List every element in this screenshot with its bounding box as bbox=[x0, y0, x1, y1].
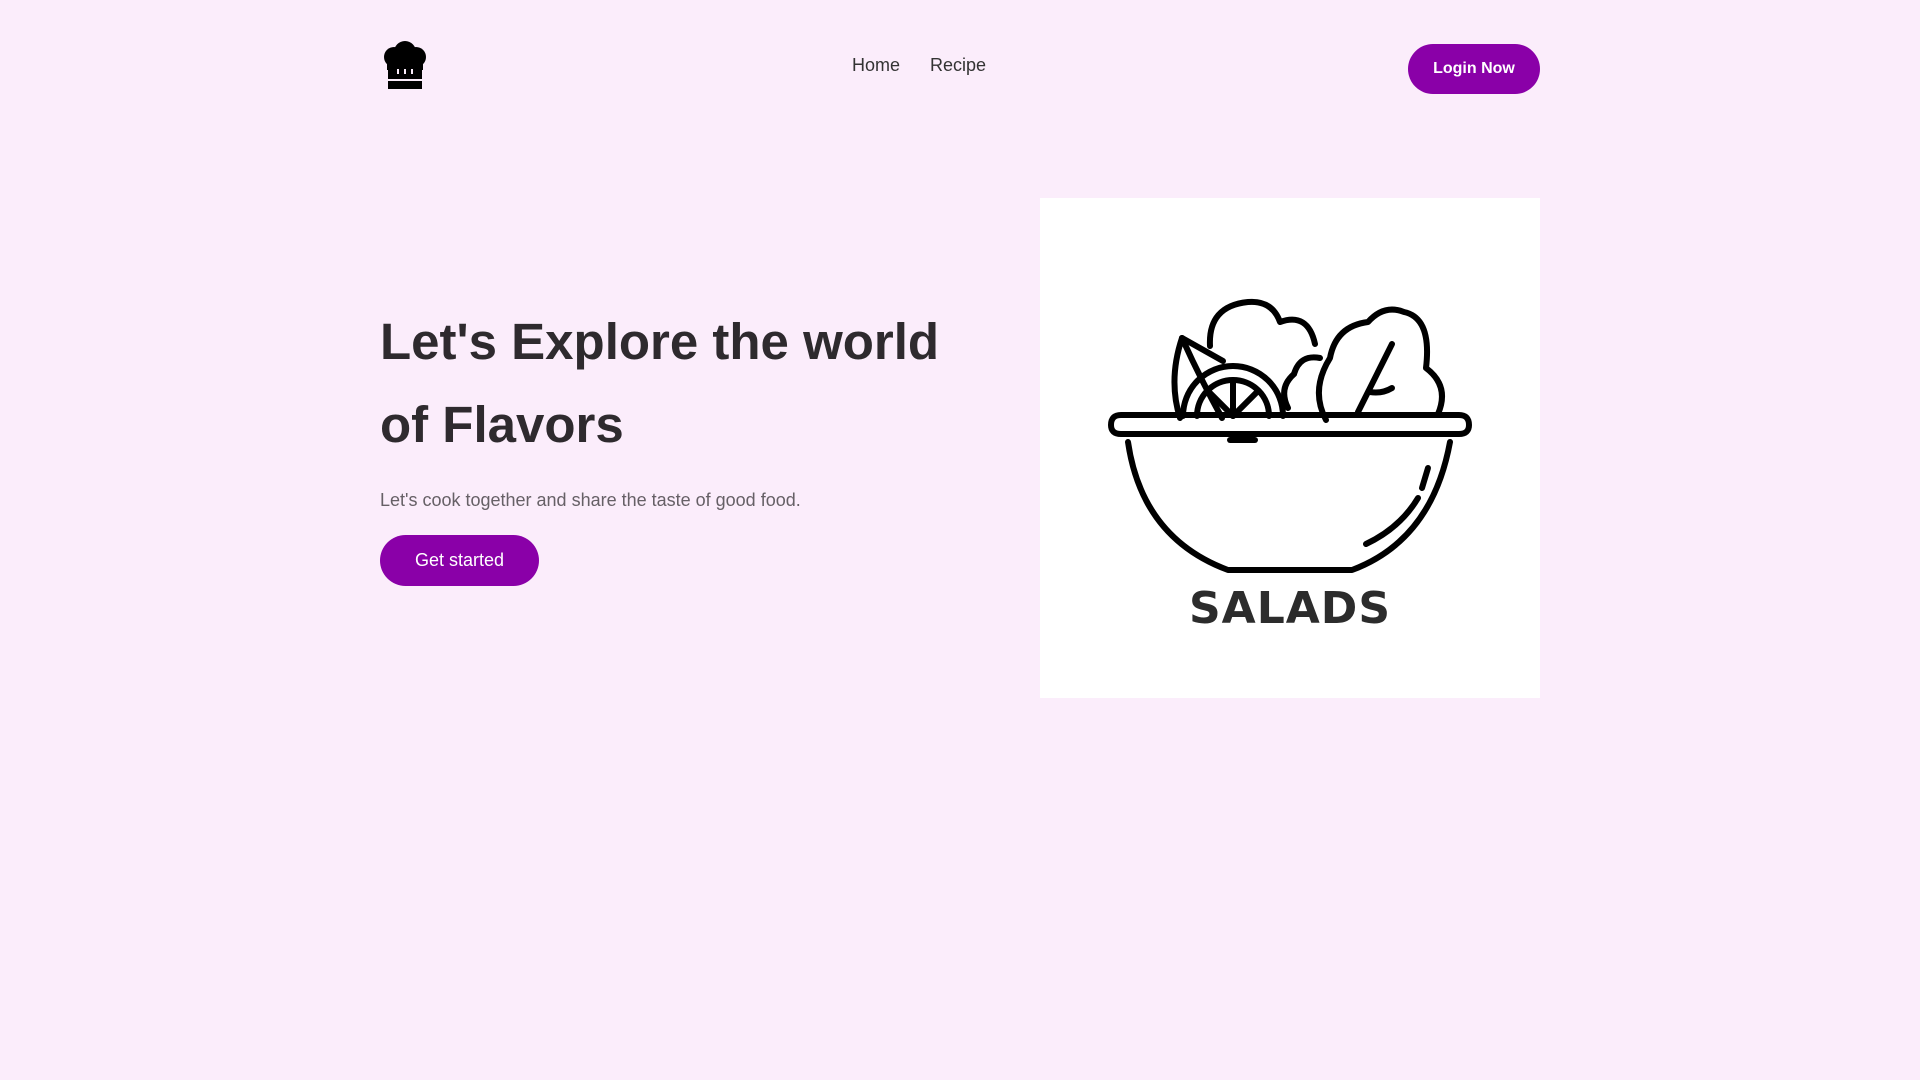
image-caption: SALADS bbox=[1188, 583, 1392, 634]
hero-subtitle: Let's cook together and share the taste … bbox=[380, 490, 801, 510]
get-started-button[interactable]: Get started bbox=[380, 535, 539, 586]
nav-links: Home Recipe bbox=[852, 55, 986, 76]
login-button[interactable]: Login Now bbox=[1408, 44, 1540, 94]
hero-image: SALADS bbox=[1040, 198, 1540, 698]
hero-title: Let's Explore the world of Flavors bbox=[380, 313, 940, 453]
nav-link-recipe[interactable]: Recipe bbox=[930, 55, 986, 76]
hero-section: Let's Explore the world of Flavors Let's… bbox=[380, 300, 1000, 586]
navbar: Home Recipe Login Now bbox=[380, 40, 1540, 96]
nav-link-home[interactable]: Home bbox=[852, 55, 900, 76]
page: Home Recipe Login Now Let's Explore the … bbox=[0, 0, 1920, 1080]
chef-hat-icon[interactable] bbox=[380, 40, 430, 90]
